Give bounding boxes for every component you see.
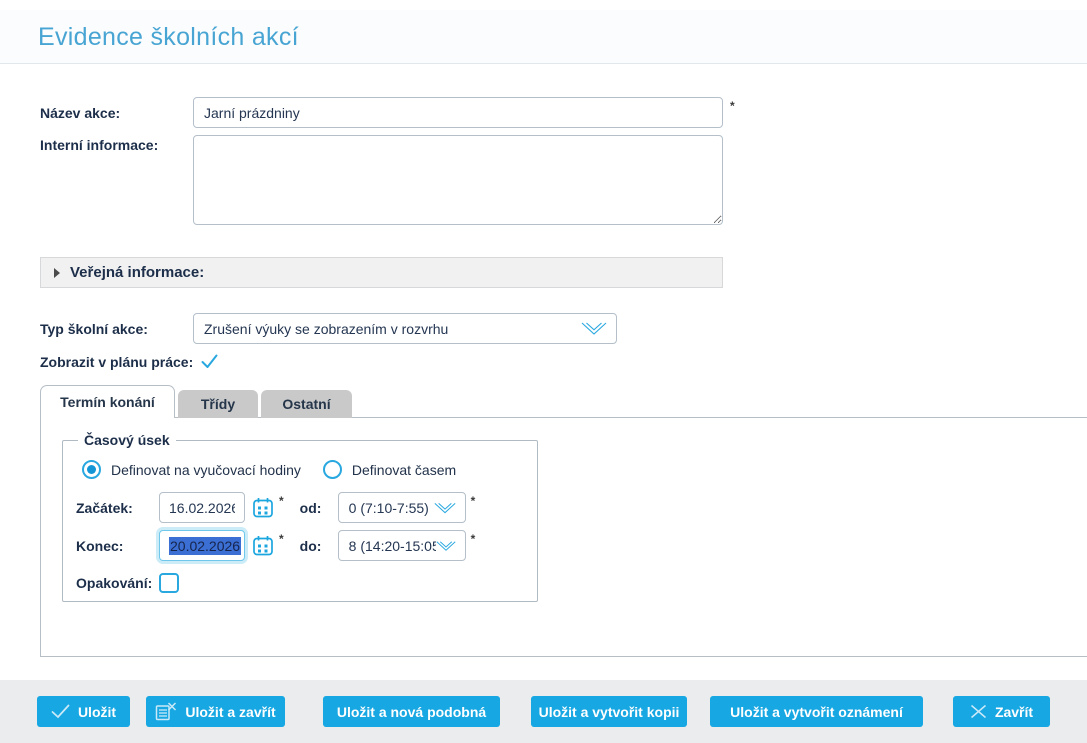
casovy-usek-legend: Časový úsek (78, 432, 176, 448)
do-hour-value: 8 (14:20-15:05) (349, 538, 436, 554)
required-asterisk: * (279, 532, 284, 546)
do-hour-select[interactable]: 8 (14:20-15:05) (338, 530, 466, 561)
close-icon (970, 704, 987, 719)
required-asterisk: * (730, 99, 735, 113)
zobrazit-v-planu-checkbox-checked-icon[interactable] (201, 354, 218, 369)
footer-toolbar: Uložit Uložit a zavřít Uložit a nová pod… (0, 680, 1087, 743)
radio-definovat-casem[interactable] (323, 460, 342, 479)
radio-definovat-na-vyucovaci-hodiny[interactable] (82, 460, 101, 479)
zacatek-label: Začátek: (76, 500, 159, 516)
opakovani-row: Opakování: (76, 573, 537, 593)
ulozit-a-vytvorit-kopii-button[interactable]: Uložit a vytvořit kopii (531, 696, 687, 727)
calendar-icon[interactable] (252, 497, 274, 519)
button-label: Uložit (78, 704, 116, 720)
typ-skolni-akce-label: Typ školní akce: (40, 321, 148, 337)
nazev-akce-label: Název akce: (40, 105, 120, 121)
od-hour-select[interactable]: 0 (7:10-7:55) (338, 492, 466, 523)
od-hour-value: 0 (7:10-7:55) (349, 500, 429, 516)
zacatek-row: Začátek: * od: 0 (7:10-7: (76, 492, 537, 523)
check-icon (51, 704, 70, 719)
od-label: od: (300, 500, 330, 516)
opakovani-label: Opakování: (76, 575, 159, 591)
chevron-down-icon (436, 540, 456, 552)
verejna-informace-section-header[interactable]: Veřejná informace: (40, 257, 723, 288)
required-asterisk: * (471, 494, 476, 508)
ulozit-a-nova-podobna-button[interactable]: Uložit a nová podobná (323, 696, 500, 727)
tab-ostatni[interactable]: Ostatní (261, 390, 352, 418)
button-label: Uložit a vytvořit oznámení (730, 704, 903, 720)
zobrazit-v-planu-label: Zobrazit v plánu práce: (40, 354, 193, 370)
casovy-usek-fieldset: Časový úsek Definovat na vyučovací hodin… (62, 432, 538, 602)
zavrit-button[interactable]: Zavřít (953, 696, 1050, 727)
tab-panel-termin-konani: Časový úsek Definovat na vyučovací hodin… (40, 417, 1087, 657)
typ-skolni-akce-value: Zrušení výuky se zobrazením v rozvrhu (204, 321, 448, 337)
do-label: do: (300, 538, 330, 554)
radio-definovat-casem-label: Definovat časem (352, 462, 456, 478)
konec-label: Konec: (76, 538, 159, 554)
radio-definovat-na-vyucovaci-hodiny-label: Definovat na vyučovací hodiny (111, 462, 301, 478)
konec-date-input[interactable]: 20.02.2026 (159, 530, 245, 561)
opakovani-checkbox[interactable] (159, 573, 179, 593)
page-header: Evidence školních akcí (0, 10, 1087, 64)
chevron-down-icon (581, 322, 607, 335)
zacatek-date-input[interactable] (159, 492, 245, 523)
required-asterisk: * (279, 494, 284, 508)
typ-skolni-akce-select[interactable]: Zrušení výuky se zobrazením v rozvrhu (193, 313, 617, 344)
button-label: Uložit a nová podobná (337, 704, 486, 720)
chevron-right-icon (54, 268, 60, 278)
ulozit-a-zavrit-button[interactable]: Uložit a zavřít (146, 696, 285, 727)
calendar-icon[interactable] (252, 535, 274, 557)
interni-informace-label: Interní informace: (40, 137, 158, 153)
ulozit-button[interactable]: Uložit (37, 696, 130, 727)
ulozit-a-vytvorit-oznameni-button[interactable]: Uložit a vytvořit oznámení (710, 696, 923, 727)
page-title: Evidence školních akcí (38, 23, 299, 52)
nazev-akce-input[interactable] (193, 97, 723, 128)
konec-row: Konec: 20.02.2026 * do: (76, 530, 537, 561)
tab-termin-konani[interactable]: Termín konání (40, 385, 175, 418)
button-label: Uložit a vytvořit kopii (539, 704, 680, 720)
tab-bar: Termín konání Třídy Ostatní (40, 385, 352, 418)
chevron-down-icon (434, 502, 456, 514)
konec-date-selected-text: 20.02.2026 (169, 537, 241, 555)
verejna-informace-label: Veřejná informace: (70, 264, 204, 281)
required-asterisk: * (471, 532, 476, 546)
button-label: Uložit a zavřít (185, 704, 275, 720)
button-label: Zavřít (995, 704, 1033, 720)
interni-informace-textarea[interactable] (193, 135, 723, 225)
document-close-icon (155, 702, 177, 721)
definovat-radio-group: Definovat na vyučovací hodiny Definovat … (82, 460, 537, 479)
tab-tridy[interactable]: Třídy (178, 390, 258, 418)
evidence-skolnich-akci-window: Evidence školních akcí Název akce: * Int… (0, 0, 1087, 743)
